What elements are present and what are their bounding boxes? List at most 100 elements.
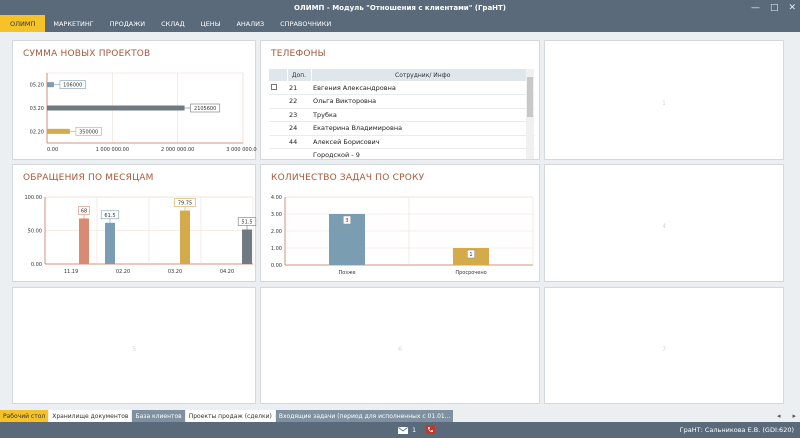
panel-placeholder-number: 6 <box>398 345 402 353</box>
appeals-chart: 100.00 50.00 0.00 11.19 68 02.20 61.5 03.20 79.7… <box>25 195 257 275</box>
x-tick-label: 0.00 <box>47 147 58 153</box>
x-tick-label: 02.20 <box>116 269 130 275</box>
tab-scroll-left-icon[interactable]: ◂ <box>777 412 781 420</box>
status-bar: 1 ГраНТ: Сальникова Е.В. (GDI:620) <box>0 422 800 438</box>
row-ext: 24 <box>287 121 311 136</box>
panel-placeholder-number: 4 <box>662 223 666 230</box>
row-name: Трубка <box>311 108 535 122</box>
panel-placeholder-number: 7 <box>662 345 666 353</box>
row-ext <box>287 148 311 163</box>
menu-prices[interactable]: ЦЕНЫ <box>193 15 229 32</box>
data-label: 106000 <box>63 83 82 89</box>
x-tick-label: 1 000 000.00 <box>96 147 129 153</box>
y-tick-label: 05.20 <box>30 83 44 89</box>
data-label: 3 <box>345 218 348 224</box>
window-title: ОЛИМП - Модуль "Отношения с клиентами" (… <box>293 3 507 12</box>
column-header-select[interactable] <box>269 69 288 81</box>
row-name: Екатерина Владимировна <box>311 121 535 136</box>
tab-incoming-tasks[interactable]: Входящие задачи (период для исполненных … <box>275 410 454 422</box>
data-label: 51.5 <box>241 219 252 225</box>
row-ext: 22 <box>287 94 311 109</box>
column-header-employee[interactable]: Сотрудник/ Инфо <box>311 69 535 81</box>
panel-placeholder-number: 1 <box>662 100 666 107</box>
x-tick-label: 04.20 <box>220 269 234 275</box>
y-tick-label: 0.00 <box>31 262 42 268</box>
menu-warehouse[interactable]: СКЛАД <box>153 15 193 32</box>
phones-table: Доп. Сотрудник/ Инфо 21 Евгения Александ… <box>269 69 535 163</box>
y-tick-label: 0.00 <box>271 263 282 269</box>
mail-count: 1 <box>412 426 417 434</box>
panel-tasks: КОЛИЧЕСТВО ЗАДАЧ ПО СРОКУ 4.00 3.00 2.00 1.… <box>260 164 540 282</box>
dashboard: СУММА НОВЫХ ПРОЕКТОВ 0.00 1 000 000.00 2 0… <box>0 32 800 410</box>
data-label: 68 <box>81 208 87 214</box>
data-label: 1 <box>469 252 472 258</box>
table-row[interactable]: 21 Евгения Александровна <box>269 81 535 95</box>
panel-empty-5: 5 <box>12 287 256 404</box>
y-tick-label: 1.00 <box>271 246 282 252</box>
bar <box>242 229 252 264</box>
row-ext: 23 <box>287 108 311 122</box>
table-row[interactable]: 22 Ольга Викторовна <box>269 94 535 109</box>
tab-sales-projects[interactable]: Проекты продаж (сделки) <box>185 410 275 422</box>
column-header-ext[interactable]: Доп. <box>287 69 312 81</box>
panel-appeals: ОБРАЩЕНИЯ ПО МЕСЯЦАМ 100.00 50.00 0.00 11.1… <box>12 164 257 282</box>
tab-scroll-right-icon[interactable]: ▸ <box>792 412 796 420</box>
scrollbar-thumb[interactable] <box>527 77 533 117</box>
phone-icon[interactable] <box>426 425 435 434</box>
row-ext: 44 <box>287 135 311 149</box>
menu-analysis[interactable]: АНАЛИЗ <box>228 15 272 32</box>
close-button[interactable]: ✕ <box>788 3 796 13</box>
table-row[interactable]: 44 Алексей Борисович <box>269 135 535 149</box>
menu-marketing[interactable]: МАРКЕТИНГ <box>45 15 101 32</box>
menu-sales[interactable]: ПРОДАЖИ <box>102 15 153 32</box>
current-user: ГраНТ: Сальникова Е.В. (GDI:620) <box>679 426 794 434</box>
bar <box>79 218 89 264</box>
minimize-button[interactable]: — <box>751 3 760 13</box>
maximize-button[interactable]: □ <box>770 3 779 13</box>
envelope-icon <box>398 426 408 434</box>
tab-client-base[interactable]: База клиентов <box>132 410 185 422</box>
phones-scrollbar[interactable] <box>526 69 534 159</box>
y-tick-label: 4.00 <box>271 195 282 201</box>
y-tick-label: 2.00 <box>271 229 282 235</box>
document-tabs: Рабочий стол Хранилище документов База к… <box>0 410 800 422</box>
bar <box>105 222 115 264</box>
x-tick-label: 2 000 000.00 <box>161 147 194 153</box>
panel-phones: ТЕЛЕФОНЫ Доп. Сотрудник/ Инфо 21 Евгения… <box>260 40 540 163</box>
tasks-chart: 4.00 3.00 2.00 1.00 0.00 Позже 3 Просрочено 1 <box>271 195 534 276</box>
menu-olimp[interactable]: ОЛИМП <box>0 15 46 32</box>
x-tick-label: 11.19 <box>64 269 78 275</box>
y-tick-label: 100.00 <box>25 195 43 201</box>
panel-empty-1: 1 <box>544 40 784 160</box>
tab-document-storage[interactable]: Хранилище документов <box>49 410 132 422</box>
table-row[interactable]: Городской - 9 <box>269 148 535 163</box>
x-tick-label: Просрочено <box>455 270 486 276</box>
mail-indicator[interactable]: 1 <box>398 426 416 434</box>
panel-empty-7: 7 <box>544 287 784 404</box>
data-label: 79.75 <box>178 201 192 207</box>
y-tick-label: 03.20 <box>30 106 44 112</box>
data-label: 350000 <box>79 129 98 135</box>
tab-desktop[interactable]: Рабочий стол <box>0 410 49 422</box>
x-tick-label: Позже <box>338 270 355 276</box>
bar <box>47 105 185 111</box>
panel-new-projects: СУММА НОВЫХ ПРОЕКТОВ 0.00 1 000 000.00 2 0… <box>12 40 257 160</box>
y-tick-label: 3.00 <box>271 212 282 218</box>
x-tick-label: 03.20 <box>168 269 182 275</box>
panel-empty-6: 6 <box>260 287 540 404</box>
row-ext: 21 <box>287 81 311 95</box>
y-tick-label: 50.00 <box>28 229 42 235</box>
panel-title: ТЕЛЕФОНЫ <box>271 49 326 59</box>
x-tick-label: 3 000 000.00 <box>226 147 257 153</box>
new-projects-chart: 0.00 1 000 000.00 2 000 000.00 3 000 000.00… <box>30 72 257 153</box>
data-label: 61.5 <box>104 213 115 219</box>
panel-empty-4: 4 <box>544 164 784 282</box>
bar <box>180 210 190 264</box>
row-name: Городской - 9 <box>311 148 535 163</box>
table-row[interactable]: 24 Екатерина Владимировна <box>269 121 535 136</box>
menu-references[interactable]: СПРАВОЧНИКИ <box>272 15 339 32</box>
row-name: Алексей Борисович <box>311 135 535 149</box>
row-name: Евгения Александровна <box>311 81 535 95</box>
row-checkbox[interactable] <box>269 81 287 95</box>
table-row[interactable]: 23 Трубка <box>269 108 535 122</box>
